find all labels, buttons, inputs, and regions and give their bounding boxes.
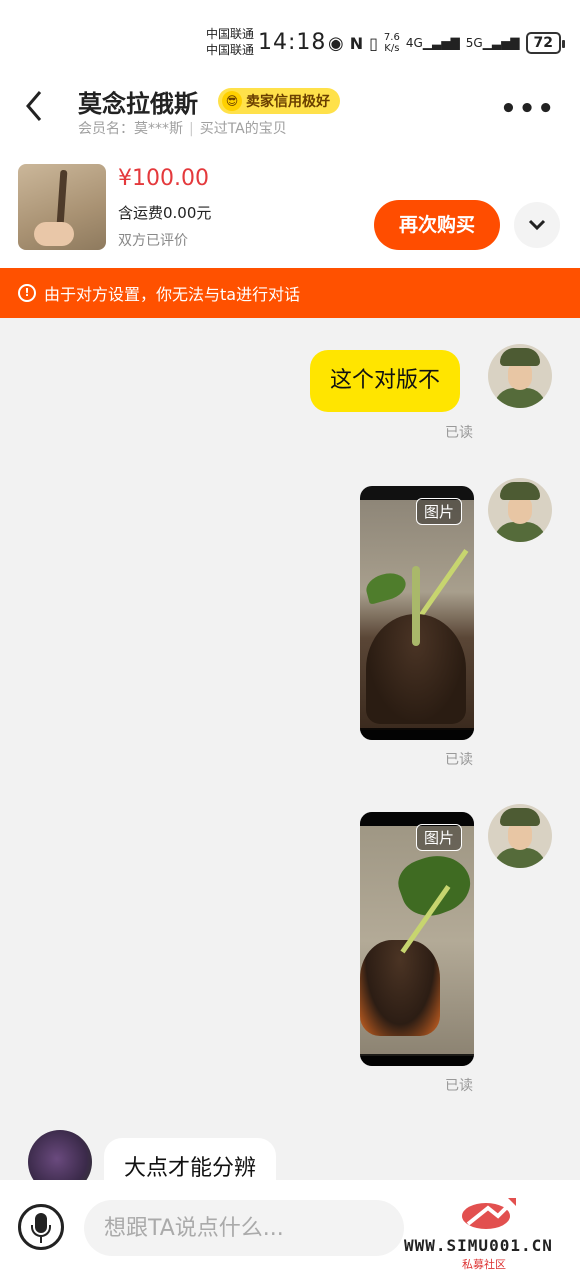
vibrate-icon: ▯ bbox=[369, 33, 378, 53]
carrier-labels: 中国联通 中国联通 bbox=[206, 26, 254, 58]
product-thumbnail[interactable] bbox=[18, 164, 106, 250]
status-bar: 中国联通 中国联通 14:18 ◉ N ▯ 7.6 K/s 4G▁▃▅▇ 5G▁… bbox=[0, 0, 580, 80]
divider: | bbox=[189, 121, 194, 137]
message-input[interactable] bbox=[84, 1200, 404, 1256]
read-receipt: 已读 bbox=[445, 425, 473, 441]
rebuy-button[interactable]: 再次购买 bbox=[374, 200, 500, 250]
my-avatar[interactable] bbox=[488, 344, 552, 408]
watermark-logo bbox=[462, 1198, 516, 1229]
voice-button[interactable] bbox=[18, 1204, 64, 1250]
status-icons: ◉ N ▯ 7.6 K/s 4G▁▃▅▇ 5G▁▃▅▇ 72 bbox=[328, 30, 566, 56]
image-tag: 图片 bbox=[415, 824, 462, 851]
image-message[interactable]: 图片 bbox=[360, 812, 474, 1066]
chat-header: 莫念拉俄斯 😎 卖家信用极好 会员名：莫***斯 | 买过TA的宝贝 ••• bbox=[0, 80, 580, 150]
signal-4g-icon: 4G▁▃▅▇ bbox=[405, 36, 460, 50]
member-info: 会员名：莫***斯 | 买过TA的宝贝 bbox=[78, 118, 287, 138]
read-receipt: 已读 bbox=[445, 1078, 473, 1094]
shop-name[interactable]: 莫念拉俄斯 bbox=[78, 84, 198, 119]
image-message[interactable]: 图片 bbox=[360, 486, 474, 740]
message-bubble[interactable]: 这个对版不 bbox=[310, 350, 461, 412]
nfc-icon: N bbox=[349, 33, 364, 53]
my-avatar[interactable] bbox=[488, 804, 552, 868]
back-button[interactable] bbox=[22, 88, 62, 132]
rating-status: 双方已评价 bbox=[118, 233, 188, 249]
battery-icon: 72 bbox=[525, 32, 566, 54]
restriction-notice: ! 由于对方设置，你无法与ta进行对话 bbox=[0, 268, 580, 318]
chevron-down-icon bbox=[528, 219, 546, 231]
credit-badge-label: 卖家信用极好 bbox=[246, 94, 330, 110]
notice-text: 由于对方设置，你无法与ta进行对话 bbox=[44, 285, 301, 304]
sunglasses-face-icon: 😎 bbox=[222, 91, 242, 111]
watermark-site: WWW.SIMU001.CN bbox=[404, 1236, 553, 1255]
clock: 14:18 bbox=[258, 30, 327, 55]
carrier-2: 中国联通 bbox=[206, 43, 255, 57]
credit-badge: 😎 卖家信用极好 bbox=[218, 88, 340, 114]
chat-page: 中国联通 中国联通 14:18 ◉ N ▯ 7.6 K/s 4G▁▃▅▇ 5G▁… bbox=[0, 0, 580, 1276]
watermark-subtitle: 私募社区 bbox=[462, 1258, 506, 1271]
eye-icon: ◉ bbox=[328, 32, 344, 54]
carrier-1: 中国联通 bbox=[206, 27, 255, 41]
read-receipt: 已读 bbox=[445, 752, 473, 768]
product-price: ¥100.00 bbox=[118, 166, 209, 191]
my-avatar[interactable] bbox=[488, 478, 552, 542]
net-speed: 7.6 K/s bbox=[383, 32, 400, 54]
info-icon: ! bbox=[18, 284, 36, 302]
image-tag: 图片 bbox=[415, 498, 462, 525]
member-name: 会员名：莫***斯 bbox=[78, 121, 183, 137]
chevron-left-icon bbox=[26, 91, 42, 121]
bought-label: 买过TA的宝贝 bbox=[199, 121, 287, 137]
more-options-button[interactable]: ••• bbox=[500, 94, 556, 124]
signal-5g-icon: 5G▁▃▅▇ bbox=[465, 36, 520, 50]
shipping-fee: 含运费0.00元 bbox=[118, 204, 212, 222]
expand-button[interactable] bbox=[514, 202, 560, 248]
product-card[interactable]: ¥100.00 含运费0.00元 双方已评价 再次购买 bbox=[0, 150, 580, 268]
